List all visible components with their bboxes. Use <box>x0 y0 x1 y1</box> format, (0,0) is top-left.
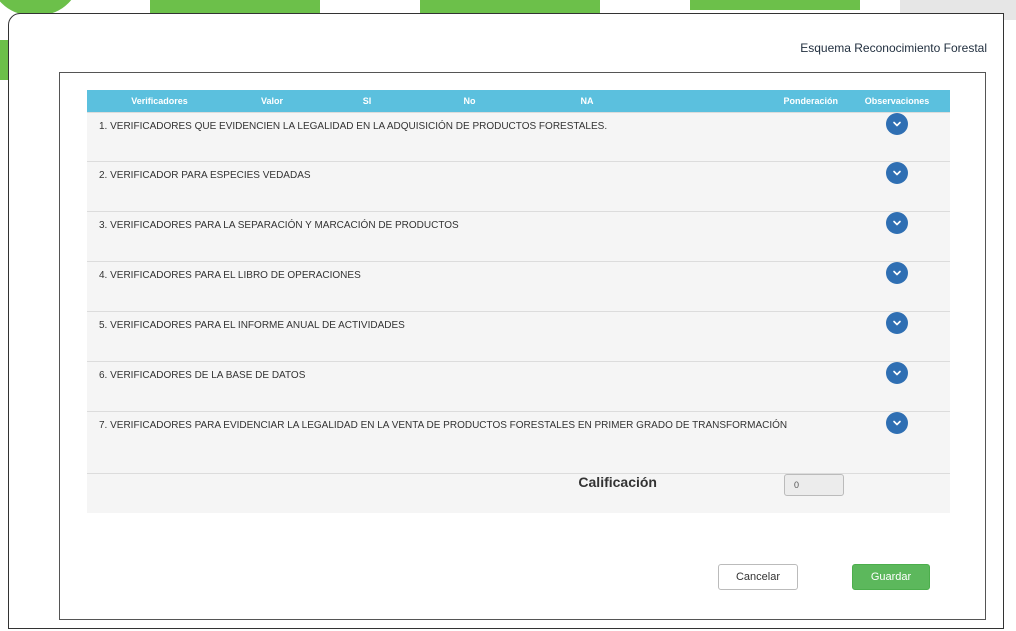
table-header-row: Verificadores Valor SI No NA Ponderación… <box>87 90 950 112</box>
row-label: 1. VERIFICADORES QUE EVIDENCIEN LA LEGAL… <box>87 111 844 161</box>
table-row: 3. VERIFICADORES PARA LA SEPARACIÓN Y MA… <box>87 210 950 261</box>
verification-panel: Verificadores Valor SI No NA Ponderación… <box>59 72 986 620</box>
column-header-ponderacion: Ponderación <box>657 90 844 112</box>
expand-row-button[interactable] <box>886 112 908 135</box>
column-header-verificadores: Verificadores <box>87 90 232 112</box>
chevron-down-icon <box>893 320 901 325</box>
expand-row-button[interactable] <box>886 311 908 334</box>
row-label: 4. VERIFICADORES PARA EL LIBRO DE OPERAC… <box>87 260 844 311</box>
calificacion-field[interactable] <box>784 473 844 496</box>
table-row: 5. VERIFICADORES PARA EL INFORME ANUAL D… <box>87 310 950 361</box>
column-header-na: NA <box>517 90 657 112</box>
expand-row-button[interactable] <box>886 211 908 234</box>
row-label: 3. VERIFICADORES PARA LA SEPARACIÓN Y MA… <box>87 210 844 261</box>
chevron-down-icon <box>893 170 901 175</box>
modal-title: Esquema Reconocimiento Forestal <box>800 41 987 55</box>
verifiers-table: Verificadores Valor SI No NA Ponderación… <box>87 90 950 513</box>
chevron-down-icon <box>893 121 901 126</box>
cancel-button[interactable]: Cancelar <box>718 564 798 590</box>
chevron-down-icon <box>893 270 901 275</box>
column-header-observaciones: Observaciones <box>844 90 950 112</box>
row-label: 2. VERIFICADOR PARA ESPECIES VEDADAS <box>87 160 844 211</box>
column-header-valor: Valor <box>232 90 312 112</box>
table-row: 2. VERIFICADOR PARA ESPECIES VEDADAS <box>87 160 950 211</box>
chevron-down-icon <box>893 420 901 425</box>
table-row: 4. VERIFICADORES PARA EL LIBRO DE OPERAC… <box>87 260 950 311</box>
column-header-si: SI <box>312 90 422 112</box>
expand-row-button[interactable] <box>886 261 908 284</box>
calificacion-row: Calificación <box>87 472 950 513</box>
table-row: 6. VERIFICADORES DE LA BASE DE DATOS <box>87 360 950 411</box>
background-decoration <box>690 0 860 10</box>
chevron-down-icon <box>893 220 901 225</box>
chevron-down-icon <box>893 370 901 375</box>
column-header-no: No <box>422 90 517 112</box>
row-label: 7. VERIFICADORES PARA EVIDENCIAR LA LEGA… <box>87 410 844 473</box>
save-button[interactable]: Guardar <box>852 564 930 590</box>
table-row: 1. VERIFICADORES QUE EVIDENCIEN LA LEGAL… <box>87 111 950 161</box>
expand-row-button[interactable] <box>886 161 908 184</box>
table-row: 7. VERIFICADORES PARA EVIDENCIAR LA LEGA… <box>87 410 950 473</box>
expand-row-button[interactable] <box>886 411 908 434</box>
row-label: 5. VERIFICADORES PARA EL INFORME ANUAL D… <box>87 310 844 361</box>
row-label: 6. VERIFICADORES DE LA BASE DE DATOS <box>87 360 844 411</box>
calificacion-label: Calificación <box>87 472 657 513</box>
expand-row-button[interactable] <box>886 361 908 384</box>
modal-dialog: Esquema Reconocimiento Forestal Verifica… <box>8 13 1004 629</box>
